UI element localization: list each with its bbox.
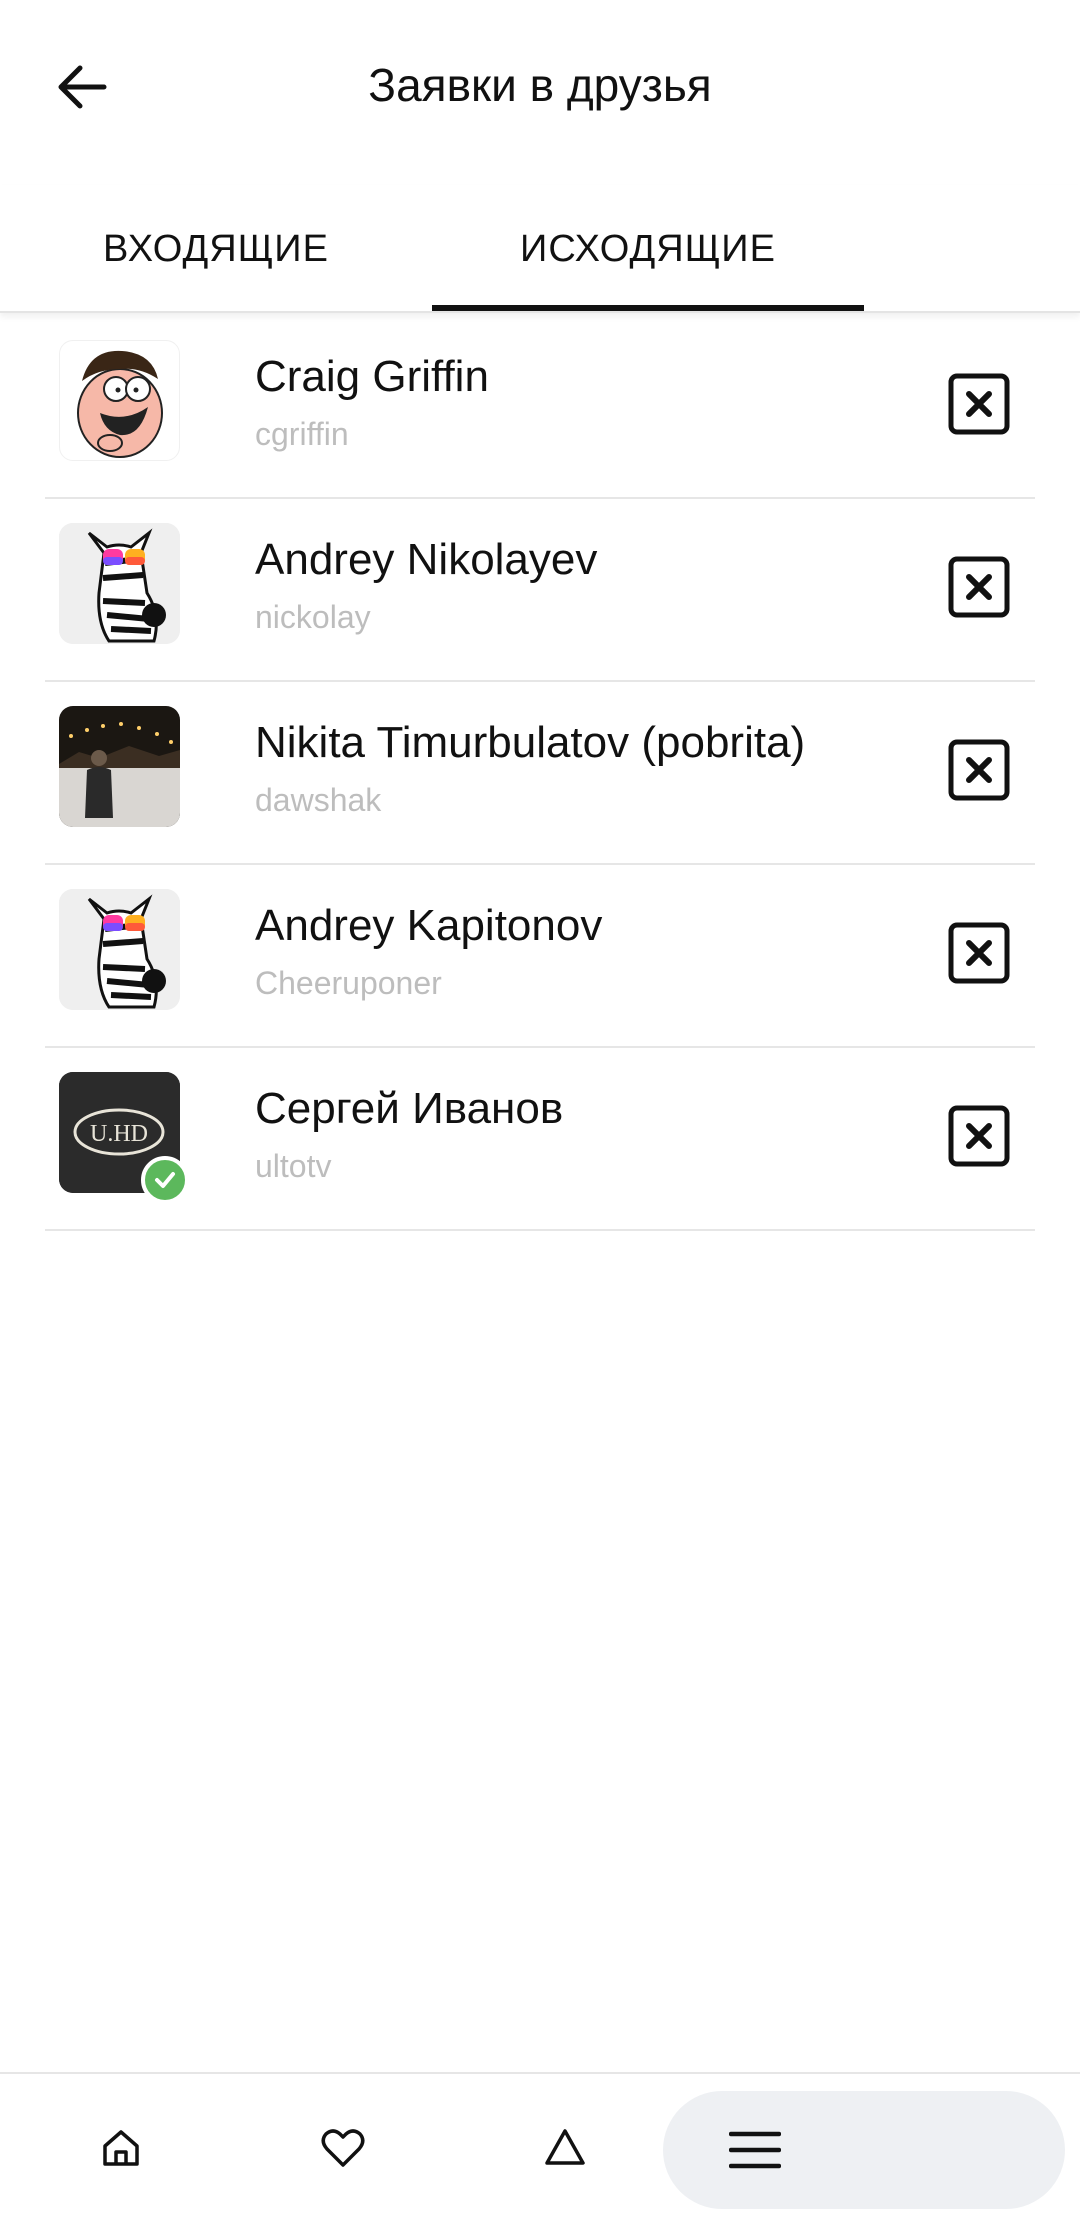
nav-menu[interactable] <box>663 2091 1065 2209</box>
cartoon-face-avatar <box>77 350 163 458</box>
avatar[interactable] <box>59 340 180 461</box>
verified-badge <box>141 1156 189 1204</box>
list-item[interactable]: Andrey Kapitonov Cheeruponer <box>45 865 1035 1048</box>
list-item[interactable]: Andrey Nikolayev nickolay <box>45 499 1035 682</box>
user-handle: nickolay <box>255 599 371 635</box>
menu-icon <box>729 2131 781 2169</box>
list-item[interactable]: U.HD Сергей Иванов ultotv <box>45 1048 1035 1231</box>
list-item[interactable]: Craig Griffin cgriffin <box>45 316 1035 499</box>
cancel-request-button[interactable] <box>947 1104 1011 1168</box>
tab-incoming[interactable]: ВХОДЯЩИЕ <box>0 185 432 313</box>
user-handle: cgriffin <box>255 416 349 452</box>
nav-explore[interactable] <box>490 2074 640 2220</box>
user-name[interactable]: Andrey Nikolayev <box>255 535 597 585</box>
user-name[interactable]: Craig Griffin <box>255 352 489 402</box>
active-tab-indicator <box>432 305 864 311</box>
cancel-request-button[interactable] <box>947 555 1011 619</box>
cancel-request-button[interactable] <box>947 372 1011 436</box>
nav-favorites[interactable] <box>268 2074 418 2220</box>
avatar[interactable] <box>59 706 180 827</box>
tab-outgoing[interactable]: ИСХОДЯЩИЕ <box>432 185 864 313</box>
check-icon <box>155 1172 175 1188</box>
avatar-logo-text: U.HD <box>90 1121 148 1147</box>
zebra-sunglasses-avatar <box>59 523 180 644</box>
tab-bar: ВХОДЯЩИЕ ИСХОДЯЩИЕ <box>0 185 1080 313</box>
request-list: Craig Griffin cgriffin Andrey Nikolayev … <box>45 316 1035 1231</box>
list-item[interactable]: Nikita Timurbulatov (pobrita) dawshak <box>45 682 1035 865</box>
friend-requests-screen: Заявки в друзья ВХОДЯЩИЕ ИСХОДЯЩИЕ Craig… <box>0 0 1080 2220</box>
bottom-navigation <box>0 2072 1080 2220</box>
user-name[interactable]: Nikita Timurbulatov (pobrita) <box>255 718 805 768</box>
user-name[interactable]: Сергей Иванов <box>255 1084 563 1134</box>
user-handle: dawshak <box>255 782 382 818</box>
night-photo-avatar <box>59 706 180 827</box>
cancel-request-button[interactable] <box>947 738 1011 802</box>
heart-icon <box>321 2129 365 2167</box>
zebra-sunglasses-avatar <box>59 889 180 1010</box>
page-title: Заявки в друзья <box>368 59 712 111</box>
home-icon <box>103 2130 139 2166</box>
cancel-request-button[interactable] <box>947 921 1011 985</box>
header: Заявки в друзья <box>0 0 1080 170</box>
user-handle: ultotv <box>255 1148 332 1184</box>
avatar[interactable] <box>59 889 180 1010</box>
user-name[interactable]: Andrey Kapitonov <box>255 901 602 951</box>
user-handle: Cheeruponer <box>255 965 442 1001</box>
nav-home[interactable] <box>46 2074 196 2220</box>
triangle-icon <box>545 2129 585 2165</box>
avatar[interactable] <box>59 523 180 644</box>
